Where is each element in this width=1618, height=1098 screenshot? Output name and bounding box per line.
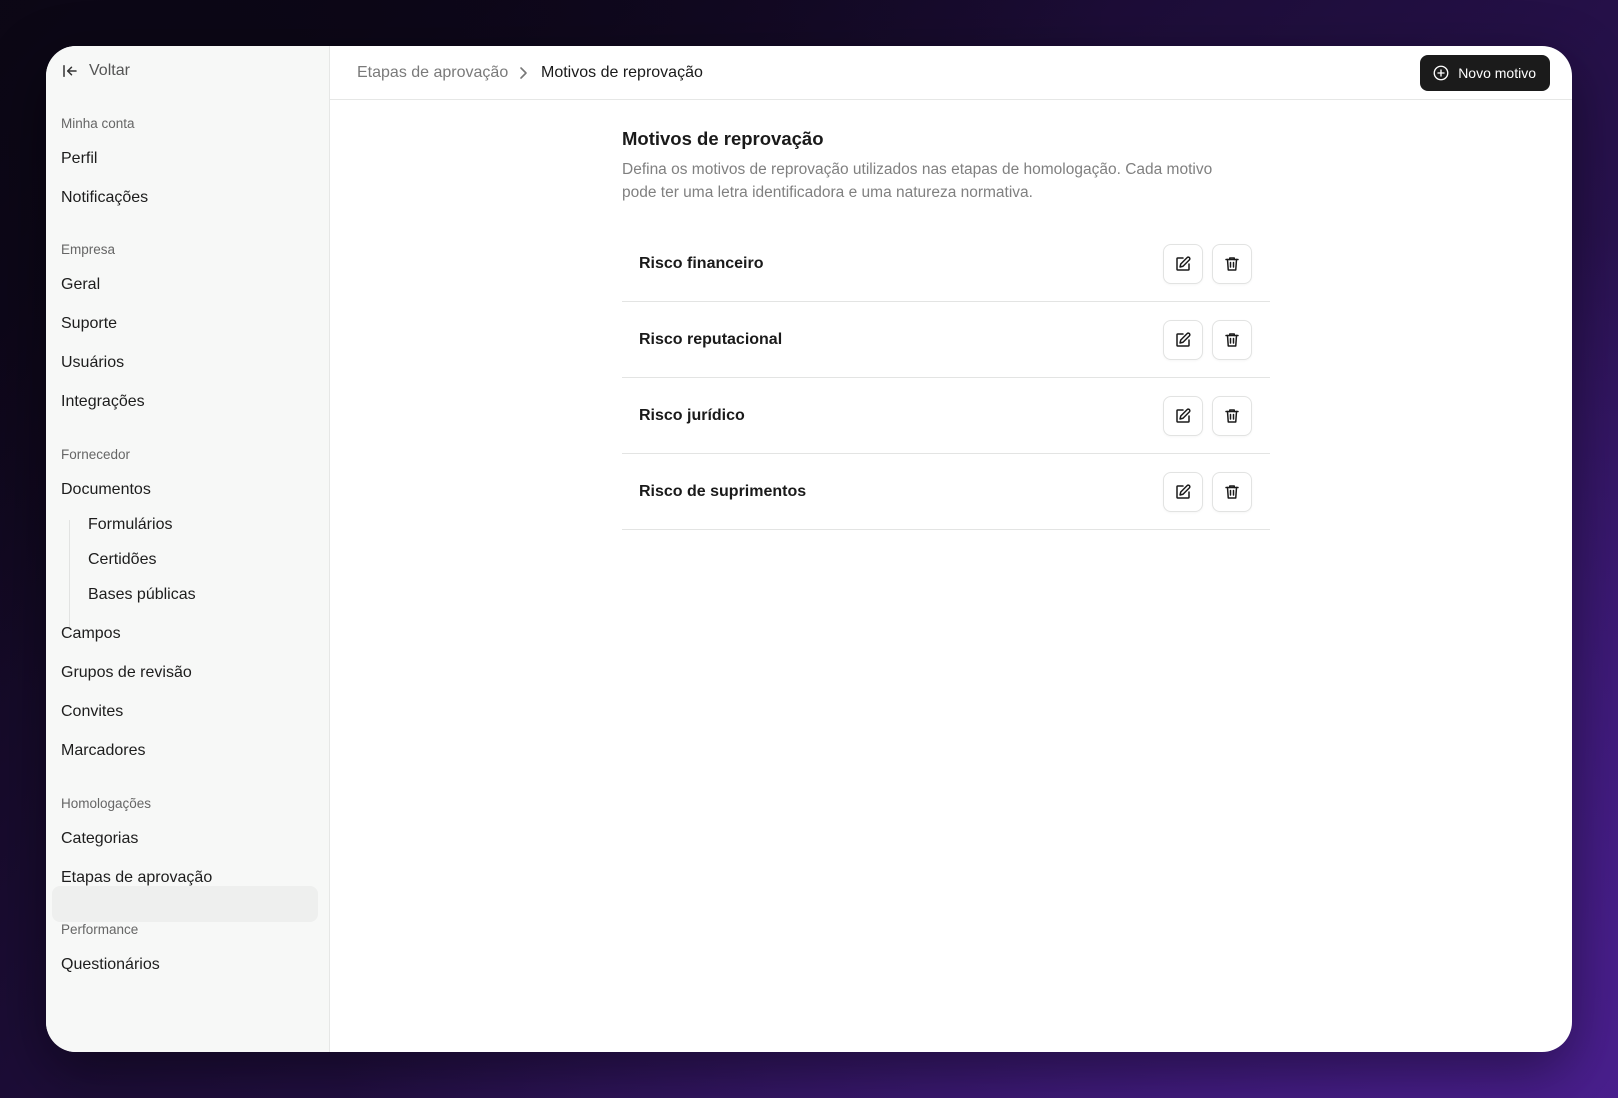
trash-icon [1225,332,1239,347]
sidebar-item-perfil[interactable]: Perfil [61,150,97,168]
back-label: Voltar [89,62,130,79]
sidebar-item-campos[interactable]: Campos [61,625,121,643]
sidebar-item-questionarios[interactable]: Questionários [61,956,160,974]
sidebar-item-bases-publicas[interactable]: Bases públicas [88,586,196,604]
delete-button[interactable] [1212,319,1252,360]
chevron-right-icon [520,67,527,79]
top-bar: Etapas de aprovação Motivos de reprovaçã… [330,46,1572,100]
reason-row: Risco reputacional [622,302,1270,378]
app-window: Voltar Minha conta Perfil Notificações E… [46,46,1572,1052]
new-reason-label: Novo motivo [1458,65,1536,81]
sidebar-item-notificacoes[interactable]: Notificações [61,189,148,207]
row-actions [1163,395,1252,436]
edit-button[interactable] [1163,243,1203,284]
trash-icon [1225,484,1239,499]
sidebar-item-formularios[interactable]: Formulários [88,516,172,534]
reason-row: Risco de suprimentos [622,454,1270,530]
reason-name: Risco de suprimentos [639,482,807,500]
reason-name: Risco financeiro [639,254,764,272]
sidebar-item-marcadores[interactable]: Marcadores [61,742,145,760]
arrow-left-to-line-icon [63,65,77,77]
delete-button[interactable] [1212,471,1252,512]
sidebar-item-certidoes[interactable]: Certidões [88,551,156,569]
reason-name: Risco reputacional [639,330,783,348]
breadcrumb-current: Motivos de reprovação [541,64,703,81]
back-link[interactable]: Voltar [61,62,130,80]
row-actions [1163,471,1252,512]
plus-circle-icon [1433,65,1449,81]
main-panel: Etapas de aprovação Motivos de reprovaçã… [330,46,1572,1052]
delete-button[interactable] [1212,243,1252,284]
page-description: Defina os motivos de reprovação utilizad… [622,161,1213,201]
new-reason-button[interactable]: Novo motivo [1420,55,1550,91]
edit-button[interactable] [1163,395,1203,436]
section-label-fornecedor: Fornecedor [61,447,131,462]
sidebar-item-documentos[interactable]: Documentos [61,481,151,499]
pencil-square-icon [1176,407,1191,423]
trash-icon [1225,256,1239,271]
edit-button[interactable] [1163,471,1203,512]
sidebar-item-etapas-de-aprovacao[interactable]: Etapas de aprovação [61,869,212,887]
reason-row: Risco jurídico [622,378,1270,454]
row-actions [1163,319,1252,360]
breadcrumb-parent[interactable]: Etapas de aprovação [357,64,508,82]
sidebar-item-usuarios[interactable]: Usuários [61,354,124,372]
sidebar-item-integracoes[interactable]: Integrações [61,393,145,411]
row-actions [1163,243,1252,284]
sidebar-item-suporte[interactable]: Suporte [61,315,117,333]
active-item-highlight [52,886,318,922]
reason-name: Risco jurídico [639,406,745,424]
sidebar-item-convites[interactable]: Convites [61,703,123,721]
delete-button[interactable] [1212,395,1252,436]
reasons-section: Motivos de reprovação Defina os motivos … [622,128,1270,530]
sidebar-item-categorias[interactable]: Categorias [61,830,138,848]
sidebar-item-geral[interactable]: Geral [61,276,100,294]
page-title: Motivos de reprovação [622,128,824,149]
sidebar: Voltar Minha conta Perfil Notificações E… [46,46,330,1052]
pencil-square-icon [1176,483,1191,499]
section-label-performance: Performance [61,922,139,937]
edit-button[interactable] [1163,319,1203,360]
trash-icon [1225,408,1239,423]
reason-row: Risco financeiro [622,226,1270,302]
section-label-homologacoes: Homologações [61,796,152,811]
section-label-empresa: Empresa [61,242,116,257]
section-label-minha-conta: Minha conta [61,116,135,131]
reasons-list: Risco financeiro Risco reputacional Risc… [622,226,1270,530]
sidebar-item-grupos-de-revisao[interactable]: Grupos de revisão [61,664,192,682]
submenu-guide-line [69,520,70,628]
pencil-square-icon [1176,255,1191,271]
pencil-square-icon [1176,331,1191,347]
